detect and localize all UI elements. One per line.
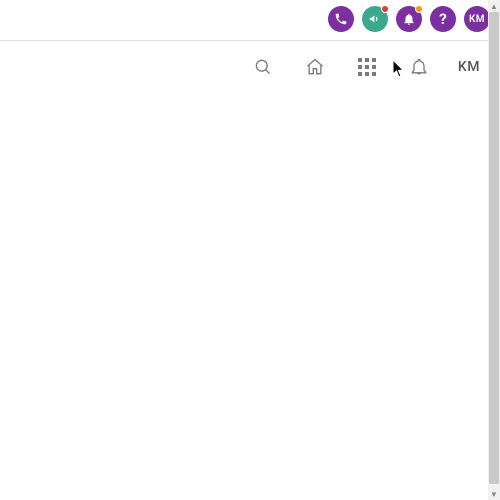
- bell-outline-icon: [409, 57, 429, 77]
- home-button[interactable]: [302, 54, 328, 80]
- search-icon: [253, 57, 273, 77]
- alerts-button[interactable]: [396, 6, 422, 32]
- scroll-thumb[interactable]: [489, 12, 499, 484]
- browser-extension-row: ? KM: [328, 6, 490, 32]
- search-button[interactable]: [250, 54, 276, 80]
- notification-dot: [381, 5, 389, 13]
- vertical-scrollbar[interactable]: ▲ ▼: [488, 0, 500, 500]
- apps-grid-icon: [358, 58, 376, 76]
- announcements-button[interactable]: [362, 6, 388, 32]
- app-toolbar: KM: [250, 54, 480, 80]
- phone-button[interactable]: [328, 6, 354, 32]
- scroll-up-button[interactable]: ▲: [488, 0, 500, 12]
- user-avatar[interactable]: KM: [464, 6, 490, 32]
- notifications-button[interactable]: [406, 54, 432, 80]
- phone-icon: [334, 12, 348, 26]
- avatar-initials: KM: [469, 14, 485, 25]
- bell-icon: [402, 12, 416, 26]
- question-icon: ?: [439, 10, 446, 28]
- user-menu[interactable]: KM: [458, 59, 480, 75]
- megaphone-icon: [368, 12, 382, 26]
- scroll-down-button[interactable]: ▼: [488, 488, 500, 500]
- help-button[interactable]: ?: [430, 6, 456, 32]
- notification-dot: [415, 5, 423, 13]
- apps-button[interactable]: [354, 54, 380, 80]
- divider: [0, 40, 488, 41]
- home-icon: [305, 57, 325, 77]
